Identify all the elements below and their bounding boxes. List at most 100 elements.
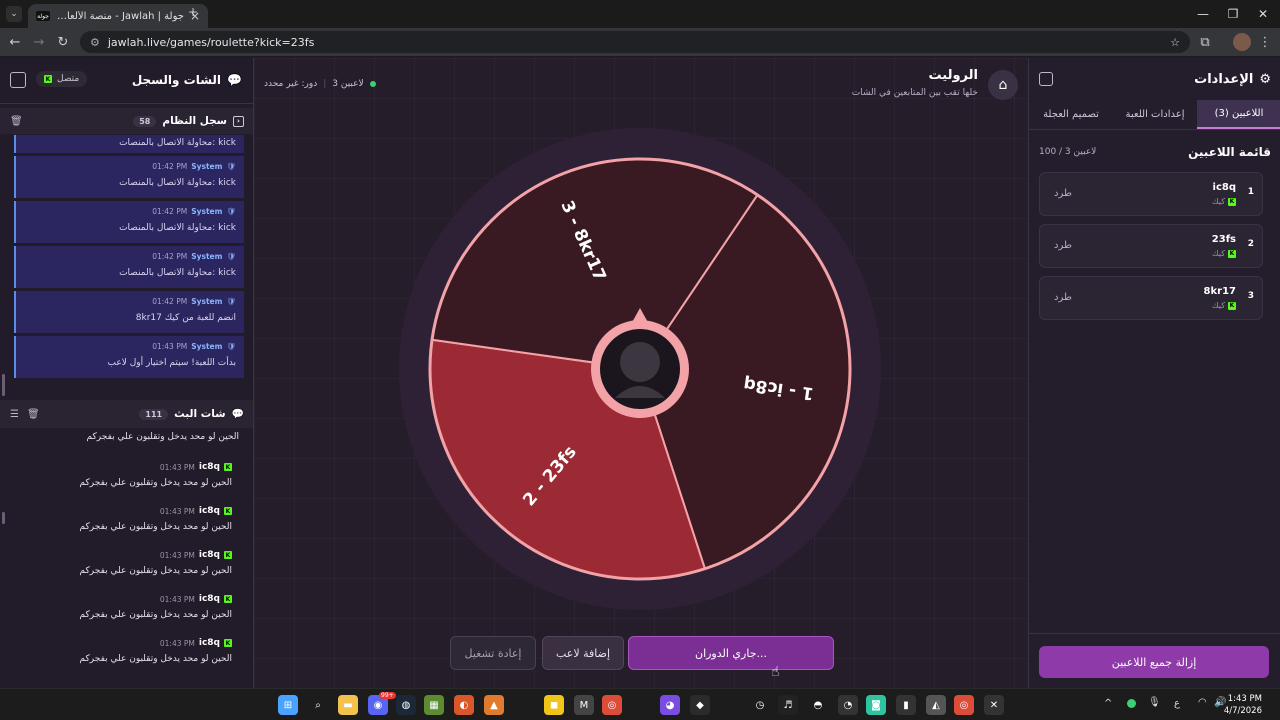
browser-tab-bar: ⌄ جولة جولة | Jawlah - منصة الألعاب الت.… [0,0,1280,28]
message-author[interactable]: ic8q [199,638,220,648]
player-index: 2 [1247,239,1254,249]
kick-player-button[interactable]: طرد [1054,240,1072,251]
chat-bubble-icon: 💬 [231,408,244,420]
extensions-icon[interactable]: ⧉ [1196,33,1214,51]
app-icon[interactable]: ♬ [778,695,798,715]
panda-icon[interactable]: ◓ [808,695,828,715]
message-text: بدأت اللعبة! سيتم اختيار أول لاعب [107,358,237,368]
add-player-button[interactable]: إضافة لاعب [542,636,624,670]
kick-player-button[interactable]: طرد [1054,292,1072,303]
file-explorer-icon[interactable]: ▬ [338,695,358,715]
steam-icon[interactable]: ◍ [396,695,416,715]
message-author[interactable]: ic8q [199,462,220,472]
microphone-icon[interactable]: 🎙 [1148,697,1161,708]
app-icon[interactable]: ◆ [690,695,710,715]
collapse-panel-icon[interactable] [1039,72,1053,86]
search-icon[interactable]: ⌕ [308,695,328,715]
stream-chat-header[interactable]: ☰ 🗑 111 شات البث 💬 [0,400,253,428]
back-icon[interactable]: ← [6,33,24,51]
forward-icon[interactable]: → [30,33,48,51]
players-list-title: قائمة اللاعبين [1188,145,1271,159]
collapse-panel-icon[interactable] [10,72,26,88]
game-info: دور: غير محدد | 3 لاعبين [264,79,376,89]
message-author[interactable]: ic8q [199,506,220,516]
message-text: محاولة الاتصال بالمنصات: kick [119,223,236,233]
maximize-icon[interactable]: ❐ [1218,4,1248,24]
shield-icon: 🛡 [226,252,236,261]
minecraft-icon[interactable]: ▦ [424,695,444,715]
message-text: الحين لو محد يدخل وتقلبون علي بفجركم [79,522,232,532]
site-info-icon[interactable]: ⚙ [90,36,100,49]
message-meta: 01:43 PM ic8q K [160,638,232,648]
settings-panel: الإعدادات ⚙ اللاعبين (3) إعدادات اللعبة … [1028,58,1280,688]
app-icon[interactable]: ◭ [926,695,946,715]
restart-button[interactable]: إعادة تشغيل [450,636,536,670]
kick-icon: K [1228,197,1236,206]
browser-menu-icon[interactable]: ⋮ [1256,33,1274,51]
app-icon[interactable]: ◕ [660,695,680,715]
game-subtitle: خلها تقب بين المتابعين في الشات [851,88,978,98]
minimize-icon[interactable]: — [1188,4,1218,24]
roulette-wheel[interactable]: 1 - ic8q2 - 23fs3 - 8kr17 [399,128,881,610]
players-count-text: 3 لاعبين [332,79,364,89]
app-icon[interactable]: ▮ [896,695,916,715]
wifi-icon[interactable]: ◠ [1198,697,1207,708]
close-window-icon[interactable]: ✕ [1248,4,1278,24]
message-time: 01:43 PM [159,506,195,516]
divider [1029,633,1280,634]
app-icon[interactable]: ◔ [838,695,858,715]
reload-icon[interactable]: ↻ [54,33,72,51]
app-icon[interactable]: ◙ [866,695,886,715]
browser-tab[interactable]: جولة جولة | Jawlah - منصة الألعاب الت...… [28,4,208,28]
tab-game-settings[interactable]: إعدادات اللعبة [1113,100,1197,129]
message-author[interactable]: ic8q [199,594,220,604]
stream-chat-title: شات البث [174,408,226,420]
players-list-header: 100 / 3 لاعبين قائمة اللاعبين [1039,142,1271,162]
system-log-header[interactable]: 🗑 58 سجل النظام › [0,108,253,134]
message-meta: 01:43 PM ic8q K [160,462,232,472]
align-icon[interactable]: ☰ [10,409,19,420]
message-text: الحين لو محد يدخل وتقلبون علي بفجركم [79,478,232,488]
mouse-cursor-icon: ☝ [771,664,780,680]
turn-text: دور: غير محدد [264,79,318,89]
url-field[interactable]: ⚙ jawlah.live/games/roulette?kick=23fs ☆ [80,31,1190,53]
tab-search-icon[interactable]: ⌄ [6,6,22,22]
chrome-icon[interactable]: ◎ [602,695,622,715]
app-icon[interactable]: ▲ [484,695,504,715]
trash-icon[interactable]: 🗑 [27,409,40,420]
message-time: 01:42 PM [152,207,188,216]
log-scrollbar[interactable] [2,374,5,396]
message-meta: 01:43 PM ic8q K [160,594,232,604]
message-author[interactable]: ic8q [199,550,220,560]
chrome-icon[interactable]: ◎ [954,695,974,715]
tray-status-icon[interactable] [1127,699,1136,708]
speedometer-icon[interactable]: ◷ [750,695,770,715]
profile-avatar[interactable] [1233,33,1251,51]
shield-icon: 🛡 [226,207,236,216]
message-author: System [191,297,223,306]
tab-title: جولة | Jawlah - منصة الألعاب الت... [56,10,184,22]
player-name: 23fs [1211,234,1236,245]
start-icon[interactable]: ⊞ [278,695,298,715]
player-platform: كيك K [1212,197,1236,206]
app-icon[interactable]: ◼ [544,695,564,715]
tab-wheel-design[interactable]: تصميم العجلة [1029,100,1113,129]
app-icon[interactable]: M [574,695,594,715]
chat-scrollbar[interactable] [2,512,5,524]
app-icon[interactable]: ✕ [984,695,1004,715]
game-area: ⌂ الروليت خلها تقب بين المتابعين في الشا… [254,58,1028,688]
kick-player-button[interactable]: طرد [1054,188,1072,199]
language-indicator[interactable]: ع [1174,698,1180,709]
tab-players[interactable]: اللاعبين (3) [1197,100,1280,129]
new-tab-icon[interactable]: + [188,5,198,19]
bookmark-star-icon[interactable]: ☆ [1170,36,1180,49]
clock-date: 4/7/2026 [1223,706,1262,716]
trash-icon[interactable]: 🗑 [10,116,23,127]
app-icon[interactable]: ◐ [454,695,474,715]
kick-icon: K [224,639,232,647]
remove-all-players-button[interactable]: إزالة جميع اللاعبين [1039,646,1269,678]
clock[interactable]: 1:43 PM 4/7/2026 [1224,693,1262,717]
spin-button[interactable]: جاري الدوران... [628,636,834,670]
tray-chevron-icon[interactable]: ^ [1104,698,1112,709]
home-icon[interactable]: ⌂ [988,70,1018,100]
